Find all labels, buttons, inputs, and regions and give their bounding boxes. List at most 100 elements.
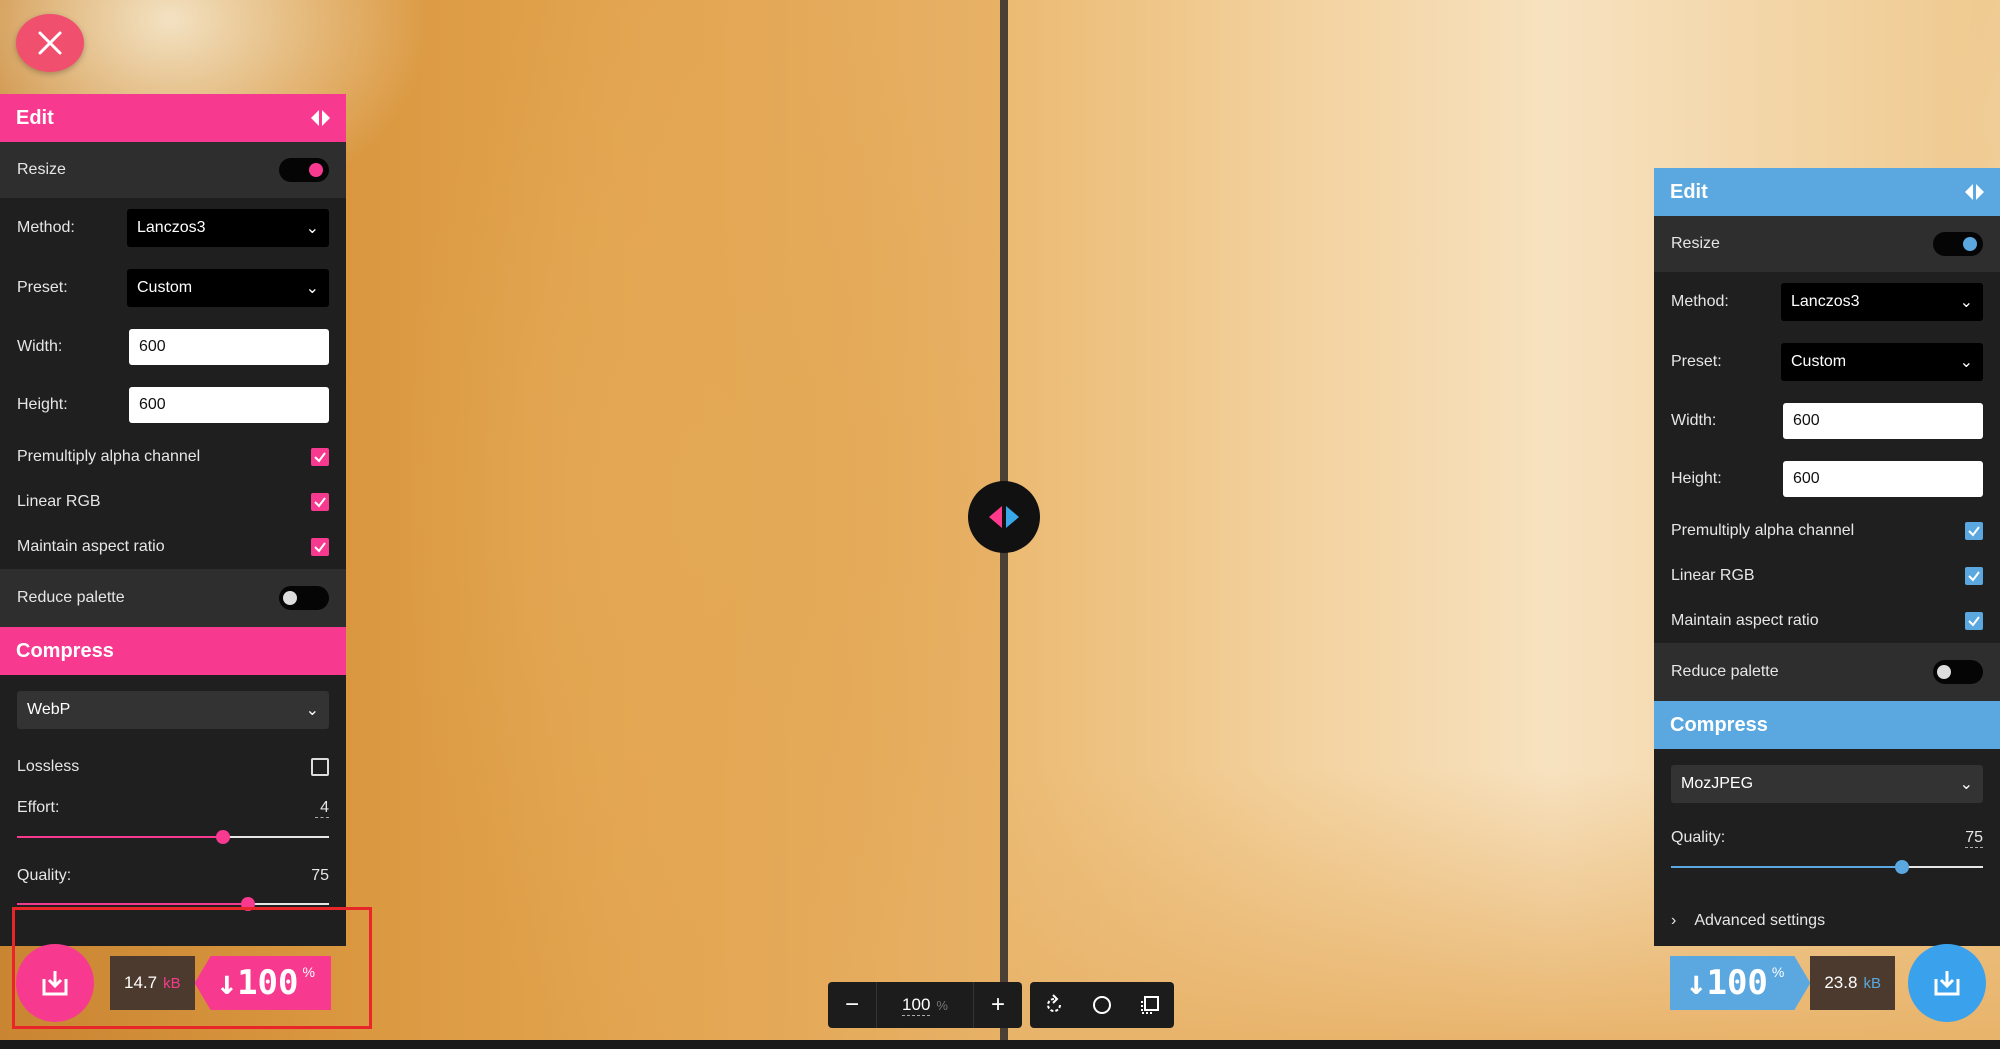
reduce-palette-row: Reduce palette <box>0 569 346 627</box>
preset-row: Preset: Custom ⌄ <box>1654 332 2000 392</box>
effort-slider[interactable] <box>17 830 329 844</box>
zoom-value: 100 <box>902 994 931 1016</box>
linear-rgb-checkbox[interactable] <box>311 492 329 511</box>
method-label: Method: <box>1671 293 1729 310</box>
quality-slider[interactable] <box>1671 860 1983 874</box>
aspect-row: Maintain aspect ratio <box>0 524 346 569</box>
zoom-in-button[interactable]: + <box>974 982 1022 1028</box>
quality-slider-fill <box>17 903 248 905</box>
premultiply-checkbox[interactable] <box>311 447 329 466</box>
aspect-checkbox[interactable] <box>311 537 329 556</box>
format-select[interactable]: WebP ⌄ <box>17 691 329 729</box>
reduce-palette-label: Reduce palette <box>1671 663 1779 680</box>
lossless-checkbox[interactable] <box>311 758 329 776</box>
quality-slider-fill <box>1671 866 1902 868</box>
resize-label: Resize <box>1671 235 1720 252</box>
zoom-out-button[interactable]: − <box>828 982 876 1028</box>
height-input[interactable]: 600 <box>1783 461 1983 497</box>
effort-label: Effort: <box>17 799 60 816</box>
right-arrow-icon <box>1006 506 1019 528</box>
width-label: Width: <box>17 338 63 355</box>
format-value: WebP <box>27 701 71 718</box>
chevron-down-icon: ⌄ <box>1959 776 1973 793</box>
edit-title: Edit <box>1670 180 1708 203</box>
width-row: Width: 600 <box>1654 392 2000 450</box>
chevron-down-icon: ⌄ <box>1959 354 1973 371</box>
linear-rgb-checkbox[interactable] <box>1965 566 1983 585</box>
download-icon <box>1934 971 1960 996</box>
size-change-value: ↓100 <box>1686 963 1768 1003</box>
result-size-right: ↓100 % 23.8 kB <box>1670 956 1895 1010</box>
circle-icon <box>1093 996 1111 1014</box>
resize-row: Resize <box>1654 216 2000 272</box>
compare-slider-handle[interactable] <box>968 481 1040 553</box>
quality-label: Quality: <box>17 867 72 884</box>
quality-slider[interactable] <box>17 897 329 911</box>
close-button[interactable] <box>16 14 84 72</box>
preset-select[interactable]: Custom ⌄ <box>127 269 329 307</box>
expand-toggle-icon[interactable] <box>1965 184 1984 200</box>
effort-slider-thumb[interactable] <box>215 830 230 844</box>
preset-label: Preset: <box>17 279 68 296</box>
preset-select[interactable]: Custom ⌄ <box>1781 343 1983 381</box>
reduce-palette-toggle[interactable] <box>1933 660 1983 684</box>
linear-rgb-row: Linear RGB <box>1654 553 2000 598</box>
chevron-down-icon: ⌄ <box>305 280 319 297</box>
quality-slider-thumb[interactable] <box>1894 860 1909 874</box>
width-row: Width: 600 <box>0 318 346 376</box>
resize-label: Resize <box>17 161 66 178</box>
width-input[interactable]: 600 <box>129 329 329 365</box>
quality-value[interactable]: 75 <box>1965 829 1983 848</box>
method-label: Method: <box>17 219 75 236</box>
compress-title: Compress <box>16 639 114 662</box>
background-toggle-button[interactable] <box>1078 982 1126 1028</box>
compare-icon <box>1141 996 1159 1014</box>
advanced-settings-label: Advanced settings <box>1694 912 1826 929</box>
chevron-down-icon: ⌄ <box>305 220 319 237</box>
compress-header: Compress <box>0 627 346 675</box>
height-label: Height: <box>1671 470 1722 487</box>
compress-title: Compress <box>1670 713 1768 736</box>
linear-rgb-label: Linear RGB <box>17 492 101 510</box>
resize-toggle[interactable] <box>1933 232 1983 256</box>
quality-value[interactable]: 75 <box>311 867 329 885</box>
resize-toggle[interactable] <box>279 158 329 182</box>
premultiply-row: Premultiply alpha channel <box>1654 508 2000 553</box>
method-select[interactable]: Lanczos3 ⌄ <box>127 209 329 247</box>
height-input[interactable]: 600 <box>129 387 329 423</box>
effort-slider-fill <box>17 836 223 838</box>
format-value: MozJPEG <box>1681 775 1754 792</box>
preset-value: Custom <box>1791 353 1847 370</box>
preset-value: Custom <box>137 279 193 296</box>
download-button-right[interactable] <box>1908 944 1986 1022</box>
linear-rgb-row: Linear RGB <box>0 479 346 524</box>
left-options-panel: Edit Resize Method: Lanczos3 ⌄ Preset: C… <box>0 94 346 946</box>
bottom-strip <box>0 1040 2000 1049</box>
linear-rgb-label: Linear RGB <box>1671 566 1755 584</box>
advanced-settings-row[interactable]: › Advanced settings <box>1654 893 2000 946</box>
expand-toggle-icon[interactable] <box>311 110 330 126</box>
premultiply-row: Premultiply alpha channel <box>0 434 346 479</box>
premultiply-checkbox[interactable] <box>1965 521 1983 540</box>
format-row: WebP ⌄ <box>0 675 346 745</box>
method-row: Method: Lanczos3 ⌄ <box>0 198 346 258</box>
height-label: Height: <box>17 396 68 413</box>
method-value: Lanczos3 <box>1791 293 1860 310</box>
reduce-palette-toggle[interactable] <box>279 586 329 610</box>
rotate-button[interactable] <box>1030 982 1078 1028</box>
chevron-right-icon: › <box>1671 912 1677 929</box>
zoom-level[interactable]: 100 % <box>876 982 974 1028</box>
effort-value[interactable]: 4 <box>315 799 329 818</box>
quality-label: Quality: <box>1671 829 1726 846</box>
size-change-percent: % <box>1771 964 1785 980</box>
width-input[interactable]: 600 <box>1783 403 1983 439</box>
aspect-checkbox[interactable] <box>1965 611 1983 630</box>
file-size-unit: kB <box>1863 974 1881 992</box>
left-arrow-icon <box>989 506 1002 528</box>
rotate-icon <box>1047 994 1061 1012</box>
method-select[interactable]: Lanczos3 ⌄ <box>1781 283 1983 321</box>
lossless-label: Lossless <box>17 758 80 775</box>
format-select[interactable]: MozJPEG ⌄ <box>1671 765 1983 803</box>
premultiply-label: Premultiply alpha channel <box>1671 521 1855 539</box>
side-by-side-button[interactable] <box>1126 982 1174 1028</box>
